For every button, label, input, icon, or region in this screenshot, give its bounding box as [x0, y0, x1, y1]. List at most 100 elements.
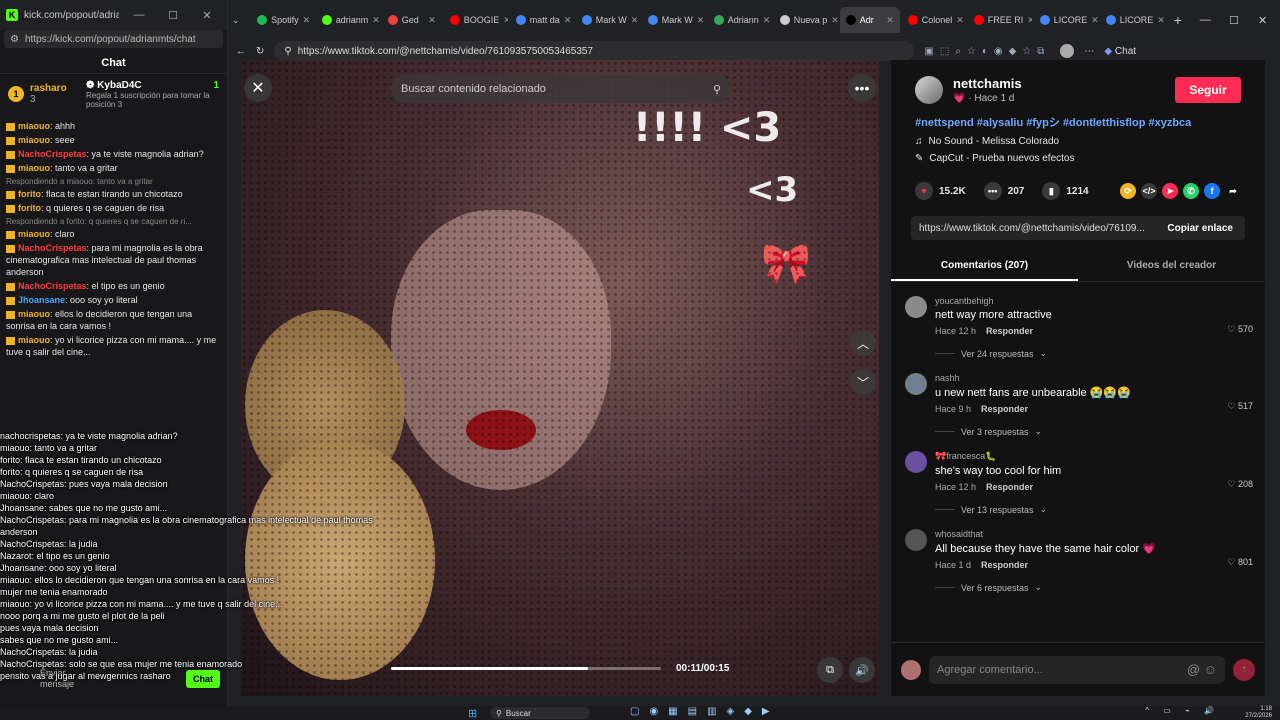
chat-username[interactable]: NachoCrispetas — [18, 281, 87, 291]
reply-button[interactable]: Responder — [981, 404, 1028, 414]
close-icon[interactable]: ✕ — [193, 9, 221, 22]
browser-tab[interactable]: LICORE ✕ — [1100, 7, 1164, 33]
maximize-icon[interactable]: ☐ — [159, 9, 187, 22]
browser-tab[interactable]: FREE RI ✕ — [968, 7, 1032, 33]
browser-tab[interactable]: Nueva p ✕ — [774, 7, 838, 33]
previous-video-icon[interactable]: ︿ — [850, 330, 876, 356]
windows-start-icon[interactable]: ⊞ — [468, 707, 477, 720]
author-avatar[interactable] — [915, 76, 943, 104]
add-comment-input[interactable]: Agregar comentario... @ ☺ — [929, 655, 1225, 684]
second-user[interactable]: KybaD4C — [97, 80, 141, 91]
chat-username[interactable]: miaouo — [18, 135, 50, 145]
tab-comments[interactable]: Comentarios (207) — [891, 252, 1078, 281]
pip-icon[interactable]: ⧉ — [817, 657, 843, 683]
reload-icon[interactable]: ↻ — [256, 46, 264, 57]
tab-close-icon[interactable]: ✕ — [831, 15, 837, 26]
view-replies-button[interactable]: Ver 3 respuestas ⌄ — [935, 426, 1241, 437]
volume-icon[interactable]: 🔊 — [849, 657, 875, 683]
comment-avatar[interactable] — [905, 529, 927, 551]
close-video-button[interactable]: ✕ — [244, 74, 272, 102]
tab-close-icon[interactable]: ✕ — [503, 15, 507, 26]
copilot-chat-button[interactable]: ◆ Chat — [1104, 46, 1136, 57]
minimize-icon[interactable]: — — [125, 9, 153, 21]
video-search-bar[interactable]: Buscar contenido relacionado ⚲ — [391, 75, 731, 103]
comment-like-button[interactable]: ♡ 801 — [1227, 557, 1253, 568]
browser-tab[interactable]: Mark W ✕ — [576, 7, 640, 33]
save-button[interactable]: ▮ 1214 — [1042, 182, 1089, 200]
tab-close-icon[interactable]: ✕ — [1157, 15, 1163, 26]
video-more-icon[interactable]: ••• — [848, 74, 876, 102]
extensions-icons[interactable]: ▣⬚⌕☆◐◉◆☆⧉ — [924, 46, 1050, 57]
video-link[interactable]: https://www.tiktok.com/@nettchamis/video… — [919, 223, 1155, 234]
browser-tab[interactable]: Adr ✕ — [839, 7, 900, 33]
sound-row[interactable]: ♫ No Sound - Melissa Colorado — [891, 130, 1265, 147]
new-tab-icon[interactable]: + — [1166, 12, 1190, 28]
tab-close-icon[interactable]: ✕ — [1027, 15, 1031, 26]
browser-maximize-icon[interactable]: ☐ — [1221, 14, 1248, 27]
chat-username[interactable]: miaouo — [18, 335, 50, 345]
comment-like-button[interactable]: ♡ 517 — [1227, 401, 1253, 412]
comment-username[interactable]: youcantbehigh — [935, 296, 1241, 306]
profile-avatar[interactable] — [1060, 44, 1075, 58]
tab-close-icon[interactable]: ✕ — [303, 15, 311, 26]
copy-link-button[interactable]: Copiar enlace — [1155, 223, 1245, 234]
comment-username[interactable]: whosaidthat — [935, 529, 1241, 539]
browser-tab[interactable]: LICORE ✕ — [1034, 7, 1098, 33]
follow-button[interactable]: Seguir — [1175, 77, 1241, 103]
reply-button[interactable]: Responder — [986, 482, 1033, 492]
tab-overflow-icon[interactable]: ⌄ — [232, 15, 249, 26]
browser-close-icon[interactable]: ✕ — [1249, 14, 1276, 27]
comment-like-button[interactable]: ♡ 570 — [1227, 324, 1253, 335]
reply-button[interactable]: Responder — [981, 560, 1028, 570]
next-video-icon[interactable]: ﹀ — [850, 369, 876, 395]
browser-tab[interactable]: matt da ✕ — [510, 7, 574, 33]
site-info-icon[interactable]: ⚲ — [284, 46, 291, 57]
send-chat-button[interactable]: Chat — [186, 670, 220, 688]
embed-icon[interactable]: </> — [1141, 183, 1157, 199]
tab-close-icon[interactable]: ✕ — [1091, 15, 1097, 26]
comment-avatar[interactable] — [905, 296, 927, 318]
taskbar-search[interactable]: ⚲ Buscar — [490, 707, 590, 719]
system-tray-icons[interactable]: ^ ▭ ⌁ 🔊 — [1145, 706, 1220, 715]
browser-tab[interactable]: Mark W ✕ — [642, 7, 706, 33]
chat-username[interactable]: forito — [18, 189, 41, 199]
facebook-icon[interactable]: f — [1204, 183, 1220, 199]
chat-username[interactable]: miaouo — [18, 121, 50, 131]
comment-like-button[interactable]: ♡ 208 — [1227, 479, 1253, 490]
chat-url-bar[interactable]: ⚙ https://kick.com/popout/adrianmts/chat — [4, 30, 223, 48]
share-arrow-icon[interactable]: ➦ — [1225, 183, 1241, 199]
site-info-icon[interactable]: ⚙ — [10, 34, 19, 45]
tab-close-icon[interactable]: ✕ — [763, 15, 771, 26]
leader-user[interactable]: rasharo — [30, 83, 80, 94]
effect-row[interactable]: ✎ CapCut - Prueba nuevos efectos — [891, 147, 1265, 164]
user-avatar[interactable] — [901, 659, 921, 680]
tab-creator-videos[interactable]: Videos del creador — [1078, 252, 1265, 281]
comment-avatar[interactable] — [905, 373, 927, 395]
chat-username[interactable]: NachoCrispetas — [18, 243, 87, 253]
like-button[interactable]: ♥ 15.2K — [915, 182, 966, 200]
browser-tab[interactable]: Colonel ✕ — [902, 7, 966, 33]
browser-tab[interactable]: Ged ✕ — [382, 7, 442, 33]
taskbar-clock[interactable]: 1:18 27/2/2026 — [1245, 706, 1272, 720]
tab-close-icon[interactable]: ✕ — [428, 15, 436, 26]
browser-tab[interactable]: BOOGIE ✕ — [444, 7, 508, 33]
chat-username[interactable]: miaouo — [18, 229, 50, 239]
address-bar[interactable]: ⚲ https://www.tiktok.com/@nettchamis/vid… — [274, 41, 915, 61]
view-replies-button[interactable]: Ver 13 respuestas ⌄ — [935, 504, 1241, 515]
video-player[interactable]: 🎀 !!!! <3 <3 — [241, 60, 879, 696]
back-icon[interactable]: ← — [236, 46, 246, 57]
browser-tab[interactable]: adrianm ✕ — [316, 7, 380, 33]
browser-tab[interactable]: Adriann ✕ — [708, 7, 772, 33]
chat-username[interactable]: miaouo — [18, 163, 50, 173]
chat-username[interactable]: miaouo — [18, 309, 50, 319]
view-replies-button[interactable]: Ver 6 respuestas ⌄ — [935, 582, 1241, 593]
repost-icon[interactable]: ⟳ — [1120, 183, 1136, 199]
comment-username[interactable]: nashh — [935, 373, 1241, 383]
tab-close-icon[interactable]: ✕ — [697, 15, 705, 26]
post-hashtags[interactable]: #nettspend #alysaliu #fypシ #dontletthisf… — [891, 104, 1265, 130]
whatsapp-icon[interactable]: ✆ — [1183, 183, 1199, 199]
tab-close-icon[interactable]: ✕ — [956, 15, 964, 26]
comment-avatar[interactable] — [905, 451, 927, 473]
mention-emoji-icons[interactable]: @ ☺ — [1187, 662, 1217, 677]
tab-close-icon[interactable]: ✕ — [631, 15, 639, 26]
